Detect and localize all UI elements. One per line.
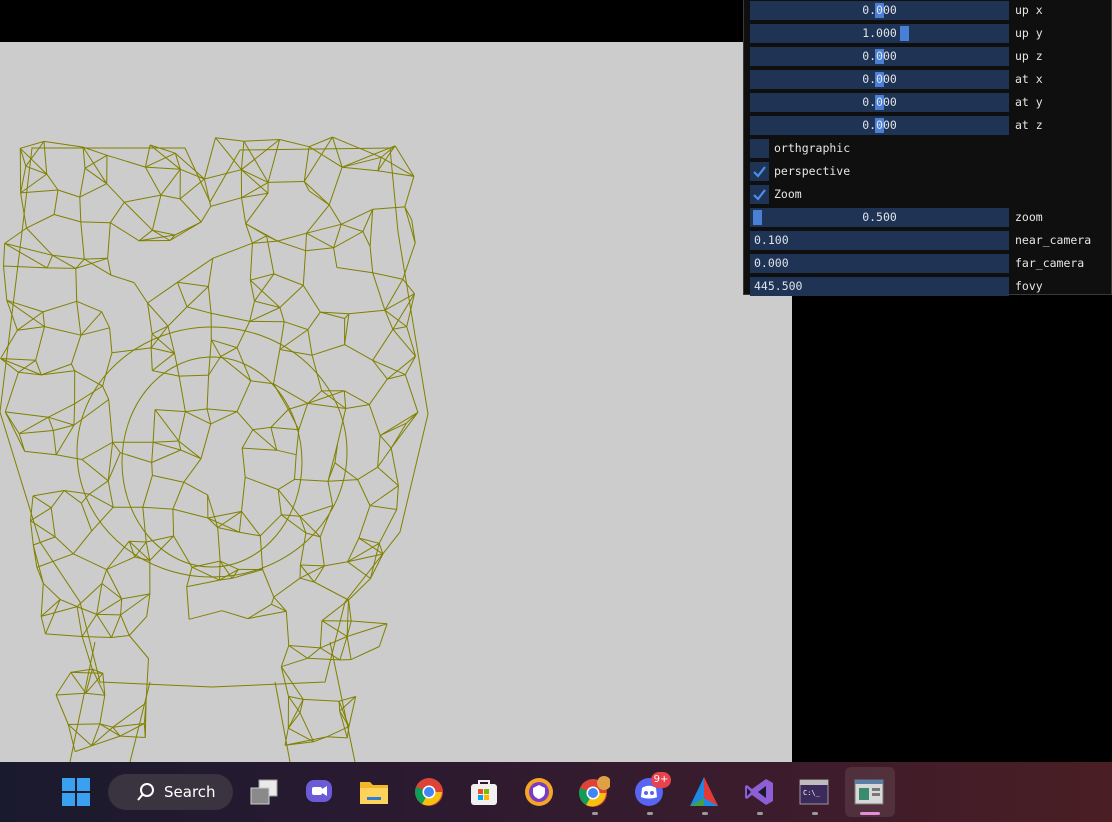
checkmark-icon <box>753 189 766 201</box>
running-indicator <box>702 812 708 815</box>
slider-row-at-z[interactable]: 0.000 at z <box>750 116 1110 135</box>
camera-control-panel: 0.000 up x 1.000 up y 0.000 up z 0.000 a… <box>743 0 1112 296</box>
render-viewport[interactable] <box>0 42 792 762</box>
zoom-toggle-row[interactable]: Zoom <box>750 185 1110 204</box>
at-y-slider[interactable]: 0.000 <box>750 93 1009 112</box>
at-x-label: at x <box>1015 72 1043 86</box>
taskbar: Search 9+ C:\_ <box>0 762 1112 822</box>
far-camera-input[interactable]: 0.000 <box>750 254 1009 273</box>
file-explorer-icon[interactable] <box>358 776 390 808</box>
store-icon[interactable] <box>468 776 500 808</box>
perspective-toggle-row[interactable]: perspective <box>750 162 1110 181</box>
slider-row-at-x[interactable]: 0.000 at x <box>750 70 1110 89</box>
zoom-toggle-label: Zoom <box>774 187 802 201</box>
up-y-slider[interactable]: 1.000 <box>750 24 1009 43</box>
at-y-label: at y <box>1015 95 1043 109</box>
up-x-slider[interactable]: 0.000 <box>750 1 1009 20</box>
up-z-slider[interactable]: 0.000 <box>750 47 1009 66</box>
chat-icon[interactable] <box>303 776 335 808</box>
running-indicator <box>757 812 763 815</box>
fovy-label: fovy <box>1015 279 1043 293</box>
fovy-row[interactable]: 445.500 fovy <box>750 277 1110 296</box>
checkmark-icon <box>753 166 766 178</box>
at-z-label: at z <box>1015 118 1043 132</box>
up-y-label: up y <box>1015 26 1043 40</box>
windows-start-icon[interactable] <box>60 776 92 808</box>
slider-row-at-y[interactable]: 0.000 at y <box>750 93 1110 112</box>
zoom-label: zoom <box>1015 210 1043 224</box>
up-x-label: up x <box>1015 3 1043 17</box>
zoom-slider[interactable]: 0.500 <box>750 208 1009 227</box>
far-camera-row[interactable]: 0.000 far_camera <box>750 254 1110 273</box>
wireframe-mesh <box>0 136 429 762</box>
app-window-icon[interactable] <box>853 776 885 808</box>
running-indicator <box>647 812 653 815</box>
chrome-profile-icon[interactable] <box>578 776 610 808</box>
search-button[interactable]: Search <box>108 774 233 810</box>
vpn-shield-icon[interactable] <box>523 776 555 808</box>
slider-row-up-z[interactable]: 0.000 up z <box>750 47 1110 66</box>
up-z-label: up z <box>1015 49 1043 63</box>
near-camera-label: near_camera <box>1015 233 1092 247</box>
chrome-icon[interactable] <box>413 776 445 808</box>
at-z-slider[interactable]: 0.000 <box>750 116 1009 135</box>
terminal-icon[interactable]: C:\_ <box>798 776 830 808</box>
near-camera-row[interactable]: 0.100 near_camera <box>750 231 1110 250</box>
active-indicator <box>860 812 880 815</box>
running-indicator <box>592 812 598 815</box>
slider-row-up-x[interactable]: 0.000 up x <box>750 1 1110 20</box>
orthographic-toggle-row[interactable]: orthgraphic <box>750 139 1110 158</box>
orthographic-label: orthgraphic <box>774 141 851 155</box>
slider-row-up-y[interactable]: 1.000 up y <box>750 24 1110 43</box>
notification-badge: 9+ <box>651 772 671 788</box>
task-view-icon[interactable] <box>248 776 280 808</box>
zoom-checkbox[interactable] <box>750 185 769 204</box>
fovy-input[interactable]: 445.500 <box>750 277 1009 296</box>
running-indicator <box>812 812 818 815</box>
visual-studio-icon[interactable] <box>743 776 775 808</box>
near-camera-input[interactable]: 0.100 <box>750 231 1009 250</box>
search-label: Search <box>164 783 216 801</box>
svg-text:C:\_: C:\_ <box>803 789 821 797</box>
search-icon <box>137 783 154 801</box>
perspective-label: perspective <box>774 164 851 178</box>
perspective-checkbox[interactable] <box>750 162 769 181</box>
cmake-icon[interactable] <box>688 776 720 808</box>
far-camera-label: far_camera <box>1015 256 1085 270</box>
at-x-slider[interactable]: 0.000 <box>750 70 1009 89</box>
orthographic-checkbox[interactable] <box>750 139 769 158</box>
zoom-slider-row[interactable]: 0.500 zoom <box>750 208 1110 227</box>
